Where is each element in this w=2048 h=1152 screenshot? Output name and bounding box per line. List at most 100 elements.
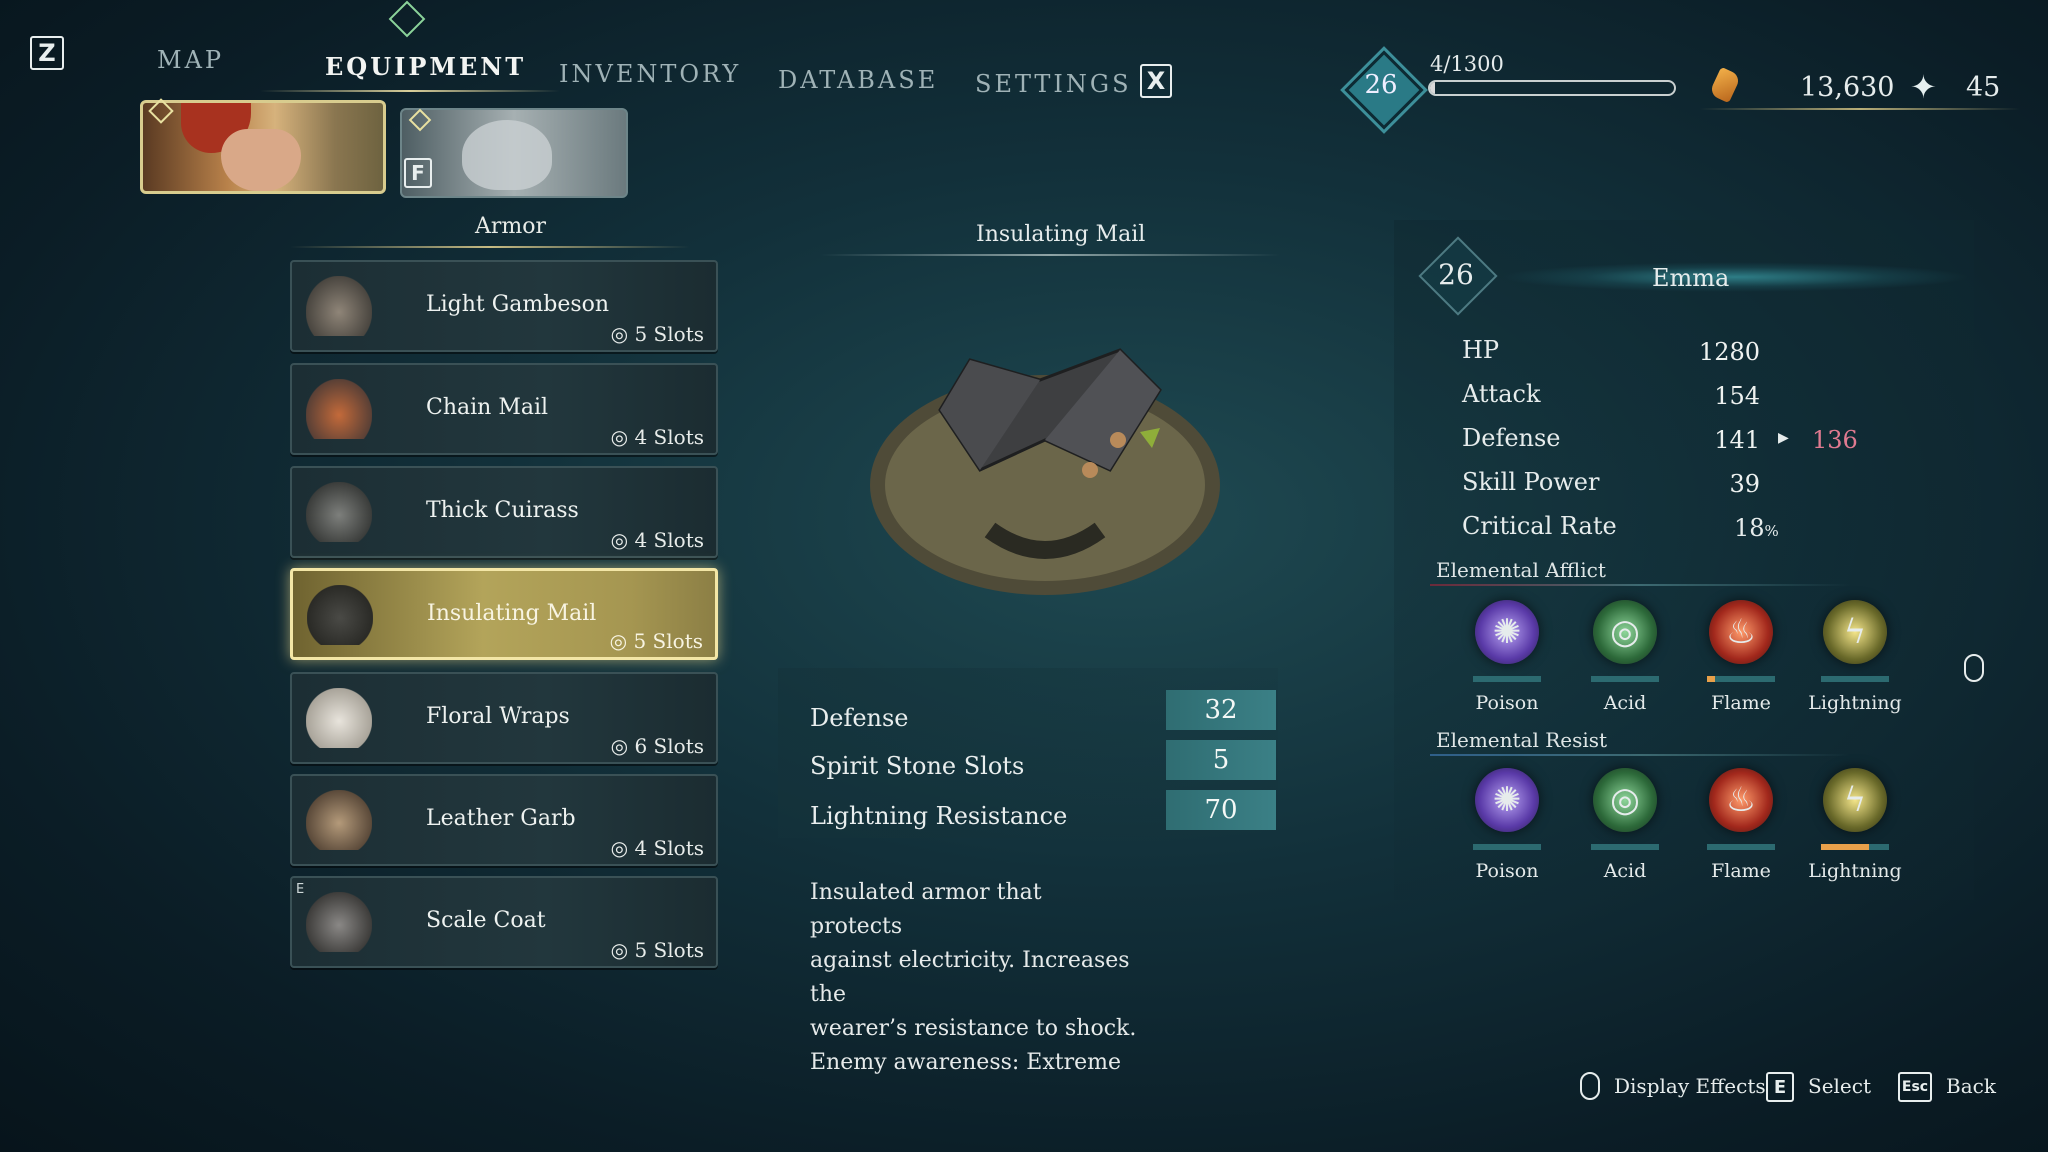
stat-slots-label: Spirit Stone Slots	[810, 752, 1025, 780]
exp-bar-fill	[1430, 82, 1435, 94]
stat-slots-value: 5	[1166, 740, 1276, 780]
armor-item-thick-cuirass[interactable]: Thick Cuirass ◎ 4 Slots	[290, 466, 718, 558]
description-line: Insulated armor that protects	[810, 880, 1042, 939]
flame-icon: ♨	[1709, 768, 1773, 832]
resist-label: Poison	[1475, 860, 1539, 882]
spirit-amount: 45	[1966, 72, 2001, 103]
tab-equipment[interactable]: EQUIPMENT	[325, 52, 526, 81]
tab-database[interactable]: DATABASE	[778, 66, 938, 94]
armor-item-slots: ◎ 4 Slots	[610, 528, 704, 552]
armor-item-slots: ◎ 4 Slots	[610, 836, 704, 860]
armor-item-scale-coat[interactable]: E Scale Coat ◎ 5 Slots	[290, 876, 718, 968]
tab-map[interactable]: MAP	[157, 46, 224, 74]
afflict-flame[interactable]: ♨ Flame	[1686, 600, 1796, 714]
char-stat-skill-label: Skill Power	[1462, 468, 1600, 496]
esc-key-icon[interactable]: Esc	[1898, 1072, 1932, 1102]
resist-level-fill	[1821, 844, 1869, 850]
char-stat-defense-label: Defense	[1462, 424, 1561, 452]
poison-icon: ✺	[1475, 600, 1539, 664]
mouse-hint-icon	[1580, 1072, 1600, 1100]
resist-label: Acid	[1603, 860, 1647, 882]
x-key-icon[interactable]: X	[1140, 64, 1172, 98]
select-hint[interactable]: Select	[1808, 1074, 1871, 1098]
char-stat-crit-label: Critical Rate	[1462, 512, 1617, 540]
character-name-banner	[1500, 262, 1970, 292]
char-stat-hp-label: HP	[1462, 336, 1500, 364]
elemental-resist-title: Elemental Resist	[1436, 728, 1608, 752]
resist-poison[interactable]: ✺ Poison	[1452, 768, 1562, 882]
mouse-icon[interactable]	[1964, 654, 1984, 682]
resist-level-bar	[1473, 844, 1541, 850]
tab-settings[interactable]: SETTINGS	[975, 70, 1132, 98]
display-effects-hint[interactable]: Display Effects	[1614, 1074, 1766, 1098]
companion-portrait-wolf[interactable]	[400, 108, 628, 198]
character-portrait-emma[interactable]	[140, 100, 386, 194]
resist-label: Flame	[1711, 860, 1771, 882]
stat-change-arrow-icon: ▶	[1778, 430, 1789, 446]
spirit-icon: ✦	[1910, 68, 1937, 106]
armor-item-slots: ◎ 5 Slots	[610, 322, 704, 346]
portrait-face	[221, 129, 301, 191]
armor-item-floral-wraps[interactable]: Floral Wraps ◎ 6 Slots	[290, 672, 718, 764]
currency-icon	[1708, 66, 1742, 104]
flame-icon: ♨	[1709, 600, 1773, 664]
armor-item-chain-mail[interactable]: Chain Mail ◎ 4 Slots	[290, 363, 718, 455]
resist-flame[interactable]: ♨ Flame	[1686, 768, 1796, 882]
leather-garb-icon	[306, 790, 372, 850]
afflict-poison[interactable]: ✺ Poison	[1452, 600, 1562, 714]
stat-lightning-label: Lightning Resistance	[810, 802, 1068, 830]
afflict-level-bar	[1591, 676, 1659, 682]
resist-acid[interactable]: ◎ Acid	[1570, 768, 1680, 882]
armor-item-name: Light Gambeson	[426, 292, 610, 317]
portrait-wolf-head	[462, 120, 552, 190]
item-description: Insulated armor that protects against el…	[810, 876, 1140, 1080]
e-key-icon[interactable]: E	[1766, 1072, 1794, 1102]
char-stat-defense-value: 141	[1714, 426, 1760, 454]
tab-inventory[interactable]: INVENTORY	[559, 60, 741, 88]
header-divider	[1700, 108, 2020, 110]
lightning-icon: ϟ	[1823, 768, 1887, 832]
gambeson-icon	[306, 276, 372, 336]
char-stat-attack-value: 154	[1714, 382, 1760, 410]
armor-title-underline	[290, 246, 690, 248]
back-hint[interactable]: Back	[1946, 1074, 1996, 1098]
afflict-level-bar	[1473, 676, 1541, 682]
afflict-label: Poison	[1475, 692, 1539, 714]
afflict-lightning[interactable]: ϟ Lightning	[1800, 600, 1910, 714]
char-stat-hp-value: 1280	[1698, 338, 1760, 366]
character-name: Emma	[1652, 264, 1730, 292]
acid-icon: ◎	[1593, 600, 1657, 664]
armor-item-name: Scale Coat	[426, 908, 546, 933]
armor-item-name: Chain Mail	[426, 395, 549, 420]
detail-title: Insulating Mail	[976, 222, 1146, 247]
notification-icon	[388, 0, 426, 38]
chain-mail-icon	[306, 379, 372, 439]
armor-preview-image	[860, 320, 1230, 620]
stat-lightning-value: 70	[1166, 790, 1276, 830]
armor-item-insulating-mail[interactable]: Insulating Mail ◎ 5 Slots	[290, 568, 718, 660]
lightning-icon: ϟ	[1823, 600, 1887, 664]
cuirass-icon	[306, 482, 372, 542]
acid-icon: ◎	[1593, 768, 1657, 832]
afflict-level-bar	[1821, 676, 1889, 682]
armor-item-leather-garb[interactable]: Leather Garb ◎ 4 Slots	[290, 774, 718, 866]
z-key-icon[interactable]: Z	[30, 36, 64, 70]
description-line: Enemy awareness: Extreme	[810, 1050, 1122, 1075]
afflict-label: Flame	[1711, 692, 1771, 714]
armor-title: Armor	[475, 214, 547, 239]
f-key-icon[interactable]: F	[404, 158, 432, 188]
resist-level-bar	[1707, 844, 1775, 850]
resist-level-bar	[1821, 844, 1889, 850]
afflict-acid[interactable]: ◎ Acid	[1570, 600, 1680, 714]
armor-item-name: Insulating Mail	[427, 601, 597, 626]
description-line: wearer’s resistance to shock.	[810, 1016, 1137, 1041]
char-stat-skill-value: 39	[1729, 470, 1760, 498]
equipment-tab-underline	[260, 90, 560, 92]
player-level-text: 26	[1364, 70, 1398, 100]
armor-item-light-gambeson[interactable]: Light Gambeson ◎ 5 Slots	[290, 260, 718, 352]
afflict-level-fill	[1707, 676, 1716, 682]
insulating-mail-icon	[307, 585, 373, 645]
armor-item-slots: ◎ 5 Slots	[609, 629, 703, 653]
elemental-afflict-title: Elemental Afflict	[1436, 558, 1606, 582]
resist-lightning[interactable]: ϟ Lightning	[1800, 768, 1910, 882]
